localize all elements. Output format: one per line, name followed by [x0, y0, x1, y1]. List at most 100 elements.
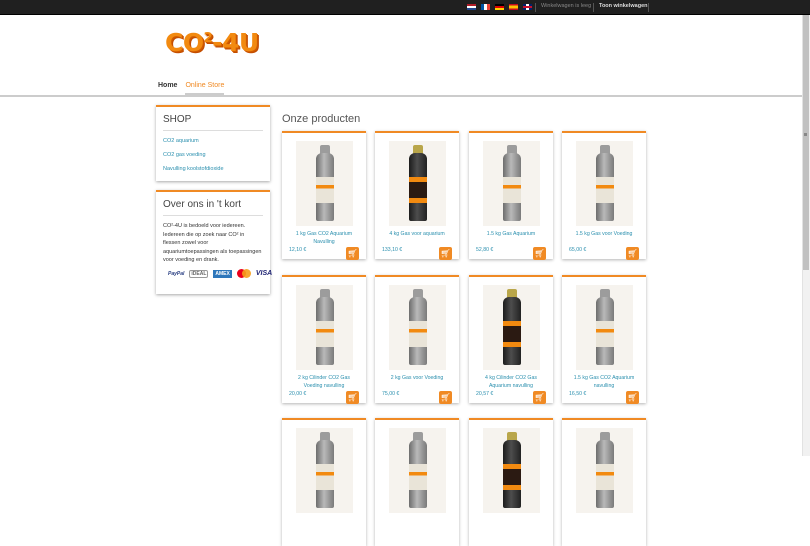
product-card[interactable]: 2 kg Cilinder CO2 Gas Voeding navulling 2… — [282, 275, 366, 404]
add-to-cart-button[interactable]: 🛒︎ — [533, 247, 546, 260]
add-to-cart-button[interactable]: 🛒︎ — [439, 391, 452, 404]
product-image[interactable] — [296, 285, 353, 370]
site-logo[interactable]: CO2-4U — [165, 28, 259, 57]
gas-bottle — [596, 153, 614, 221]
product-image[interactable] — [389, 141, 446, 226]
product-price: 20,57 € — [476, 391, 494, 397]
show-cart-link[interactable]: Toon winkelwagen — [599, 3, 648, 9]
product-price: 133,10 € — [382, 247, 403, 253]
product-image[interactable] — [483, 141, 540, 226]
shopping-basket-icon: 🛒︎ — [627, 393, 638, 402]
shopping-basket-icon: 🛒︎ — [347, 393, 358, 402]
bottle-label — [596, 321, 614, 347]
shopping-basket-icon: 🛒︎ — [534, 249, 545, 258]
product-card[interactable]: 1 kg Gas CO2 Aquarium Navulling 12,10 € 🛒︎ — [282, 131, 366, 260]
language-flags — [467, 4, 532, 10]
gas-bottle — [409, 297, 427, 365]
shopping-basket-icon: 🛒︎ — [627, 249, 638, 258]
bottle-label — [596, 464, 614, 490]
product-card[interactable]: 1.5 kg Gas CO2 Aquarium navulling 16,50 €… — [562, 275, 646, 404]
product-image[interactable] — [296, 141, 353, 226]
mastercard-icon — [236, 269, 251, 278]
product-card[interactable] — [562, 418, 646, 546]
add-to-cart-button[interactable]: 🛒︎ — [346, 247, 359, 260]
amex-icon: AMEX — [213, 269, 232, 278]
visa-icon: VISA — [255, 270, 273, 277]
products-heading: Onze producten — [282, 113, 361, 125]
product-title[interactable]: 4 kg Gas voor aquarium — [381, 230, 453, 238]
product-card[interactable]: 2 kg Gas voor Voeding 75,00 € 🛒︎ — [375, 275, 459, 404]
gas-bottle — [409, 153, 427, 221]
bottle-label — [596, 177, 614, 203]
gas-bottle — [596, 297, 614, 365]
product-image[interactable] — [389, 428, 446, 513]
flag-nl-icon[interactable] — [467, 4, 476, 10]
product-title[interactable]: 1.5 kg Gas voor Voeding — [568, 230, 640, 238]
gas-bottle — [316, 297, 334, 365]
product-title[interactable]: 1.5 kg Gas Aquarium — [475, 230, 547, 238]
add-to-cart-button[interactable]: 🛒︎ — [533, 391, 546, 404]
top-separator — [648, 3, 649, 12]
nav-home[interactable]: Home — [158, 82, 177, 95]
bottle-label — [503, 464, 521, 490]
gas-bottle — [503, 440, 521, 508]
bottle-label — [503, 177, 521, 203]
bottle-label — [316, 321, 334, 347]
shopping-basket-icon: 🛒︎ — [534, 393, 545, 402]
bottle-label — [409, 321, 427, 347]
shop-panel: SHOP CO2 aquarium CO2 gas voeding Navull… — [156, 105, 270, 181]
add-to-cart-button[interactable]: 🛒︎ — [626, 247, 639, 260]
product-title[interactable]: 1.5 kg Gas CO2 Aquarium navulling — [568, 374, 640, 390]
product-card[interactable] — [469, 418, 553, 546]
nav-divider — [0, 95, 810, 97]
bottle-label — [316, 177, 334, 203]
cart-status: Winkelwagen is leeg — [541, 3, 592, 9]
top-separator — [593, 3, 594, 12]
scrollbar-thumb[interactable] — [803, 15, 809, 270]
shop-link-navulling[interactable]: Navulling koolstofdioxide — [163, 166, 263, 172]
shopping-basket-icon: 🛒︎ — [347, 249, 358, 258]
product-card[interactable]: 4 kg Cilinder CO2 Gas Aquarium navulling… — [469, 275, 553, 404]
product-card[interactable]: 1.5 kg Gas voor Voeding 65,00 € 🛒︎ — [562, 131, 646, 260]
product-image[interactable] — [576, 285, 633, 370]
gas-bottle — [503, 153, 521, 221]
gas-bottle — [316, 440, 334, 508]
product-image[interactable] — [576, 428, 633, 513]
about-title: Over ons in 't kort — [163, 199, 242, 210]
product-card[interactable]: 4 kg Gas voor aquarium 133,10 € 🛒︎ — [375, 131, 459, 260]
flag-es-icon[interactable] — [509, 4, 518, 10]
shop-link-co2-voeding[interactable]: CO2 gas voeding — [163, 152, 263, 158]
product-title[interactable]: 1 kg Gas CO2 Aquarium Navulling — [288, 230, 360, 246]
shopping-basket-icon: 🛒︎ — [440, 249, 451, 258]
shop-link-co2-aquarium[interactable]: CO2 aquarium — [163, 138, 263, 144]
gas-bottle — [409, 440, 427, 508]
flag-gb-icon[interactable] — [523, 4, 532, 10]
bottle-label — [409, 464, 427, 490]
ideal-icon: iDEAL — [189, 269, 209, 278]
gas-bottle — [316, 153, 334, 221]
product-image[interactable] — [296, 428, 353, 513]
gas-bottle — [503, 297, 521, 365]
product-price: 52,80 € — [476, 247, 494, 253]
product-card[interactable]: 1.5 kg Gas Aquarium 52,80 € 🛒︎ — [469, 131, 553, 260]
add-to-cart-button[interactable]: 🛒︎ — [626, 391, 639, 404]
nav-online-store[interactable]: Online Store — [185, 82, 225, 95]
product-price: 12,10 € — [289, 247, 307, 253]
bottle-label — [503, 321, 521, 347]
flag-fr-icon[interactable] — [481, 4, 490, 10]
product-title[interactable]: 4 kg Cilinder CO2 Gas Aquarium navulling — [475, 374, 547, 390]
product-price: 65,00 € — [569, 247, 587, 253]
product-price: 75,00 € — [382, 391, 400, 397]
product-image[interactable] — [483, 428, 540, 513]
add-to-cart-button[interactable]: 🛒︎ — [439, 247, 452, 260]
product-image[interactable] — [576, 141, 633, 226]
product-card[interactable] — [375, 418, 459, 546]
product-title[interactable]: 2 kg Gas voor Voeding — [381, 374, 453, 382]
flag-de-icon[interactable] — [495, 4, 504, 10]
product-title[interactable]: 2 kg Cilinder CO2 Gas Voeding navulling — [288, 374, 360, 390]
product-image[interactable] — [483, 285, 540, 370]
gas-bottle — [596, 440, 614, 508]
product-image[interactable] — [389, 285, 446, 370]
product-card[interactable] — [282, 418, 366, 546]
add-to-cart-button[interactable]: 🛒︎ — [346, 391, 359, 404]
